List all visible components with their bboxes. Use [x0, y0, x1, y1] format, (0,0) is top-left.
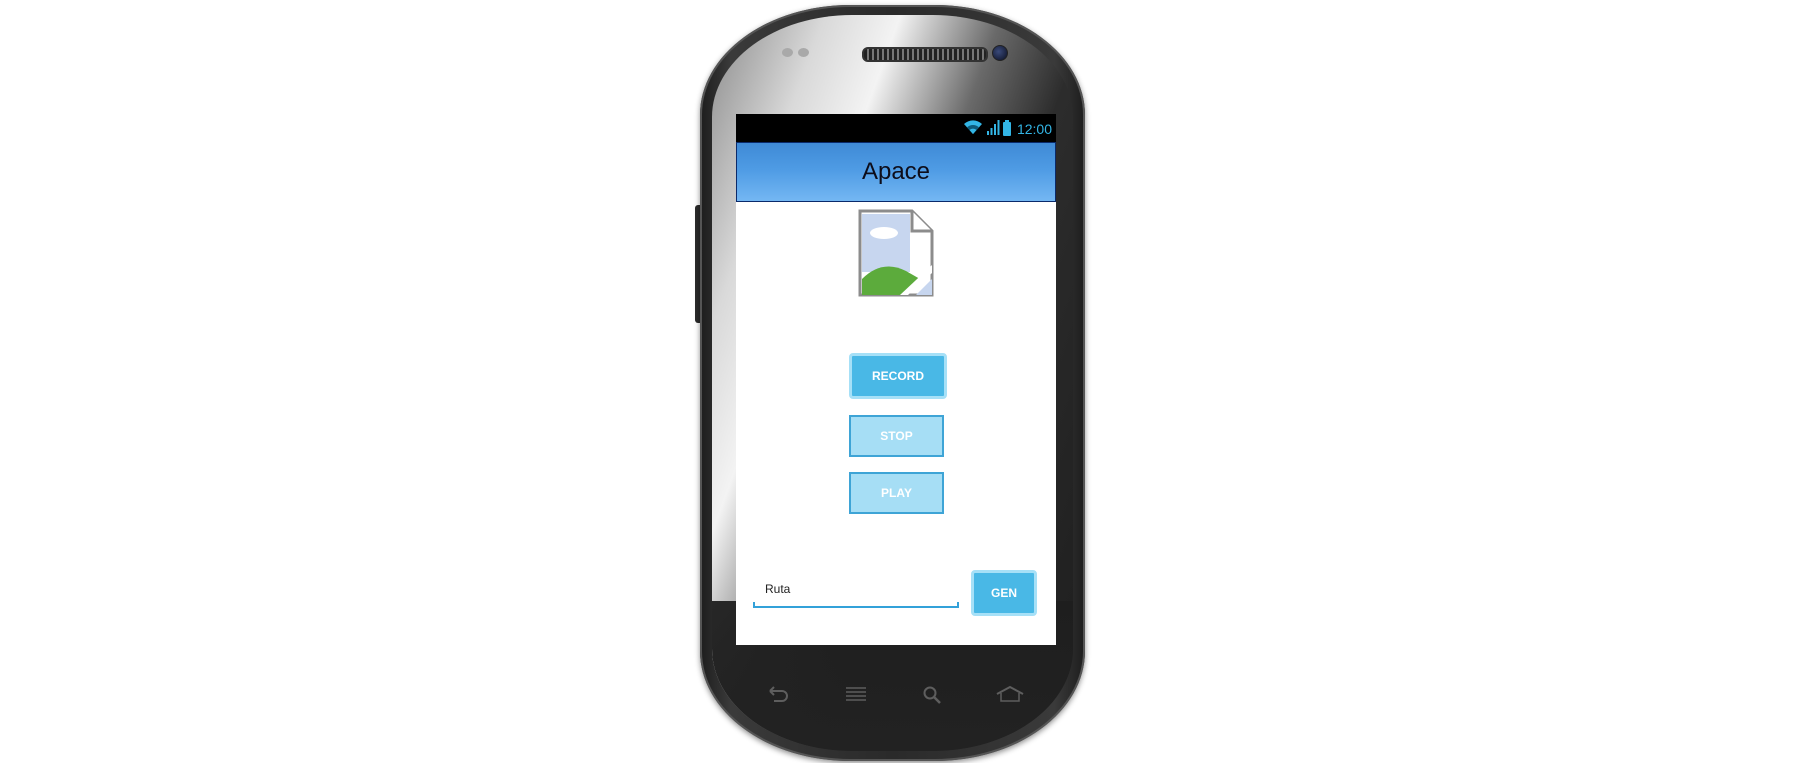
menu-icon[interactable]: [844, 685, 868, 708]
front-camera: [992, 45, 1008, 61]
play-button[interactable]: PLAY: [849, 472, 944, 514]
status-time: 12:00: [1016, 121, 1052, 137]
light-sensor: [798, 48, 809, 57]
battery-icon: [1002, 120, 1011, 136]
status-bar: 12:00: [736, 114, 1056, 142]
route-input[interactable]: Ruta: [753, 578, 963, 608]
broken-image-icon: [858, 209, 935, 298]
wifi-icon: [963, 119, 983, 140]
back-icon[interactable]: [766, 685, 790, 708]
route-input-value: Ruta: [765, 582, 791, 596]
device-screen: 12:00 Apace RECORD STOP PLAY Ruta GEN: [736, 114, 1056, 645]
record-button[interactable]: RECORD: [849, 353, 947, 399]
home-icon[interactable]: [995, 685, 1025, 708]
route-input-underline: [753, 602, 959, 608]
gen-button[interactable]: GEN: [971, 570, 1037, 616]
stop-button[interactable]: STOP: [849, 415, 944, 457]
earpiece-speaker: [862, 47, 988, 62]
search-icon[interactable]: [922, 685, 944, 710]
app-title: Apace: [861, 158, 931, 185]
emulator-stage: 12:00 Apace RECORD STOP PLAY Ruta GEN: [0, 0, 1805, 763]
signal-icon: [986, 119, 1000, 140]
proximity-sensor: [782, 48, 793, 57]
status-icons: 12:00: [963, 119, 1052, 140]
app-title-bar: Apace: [736, 142, 1056, 202]
